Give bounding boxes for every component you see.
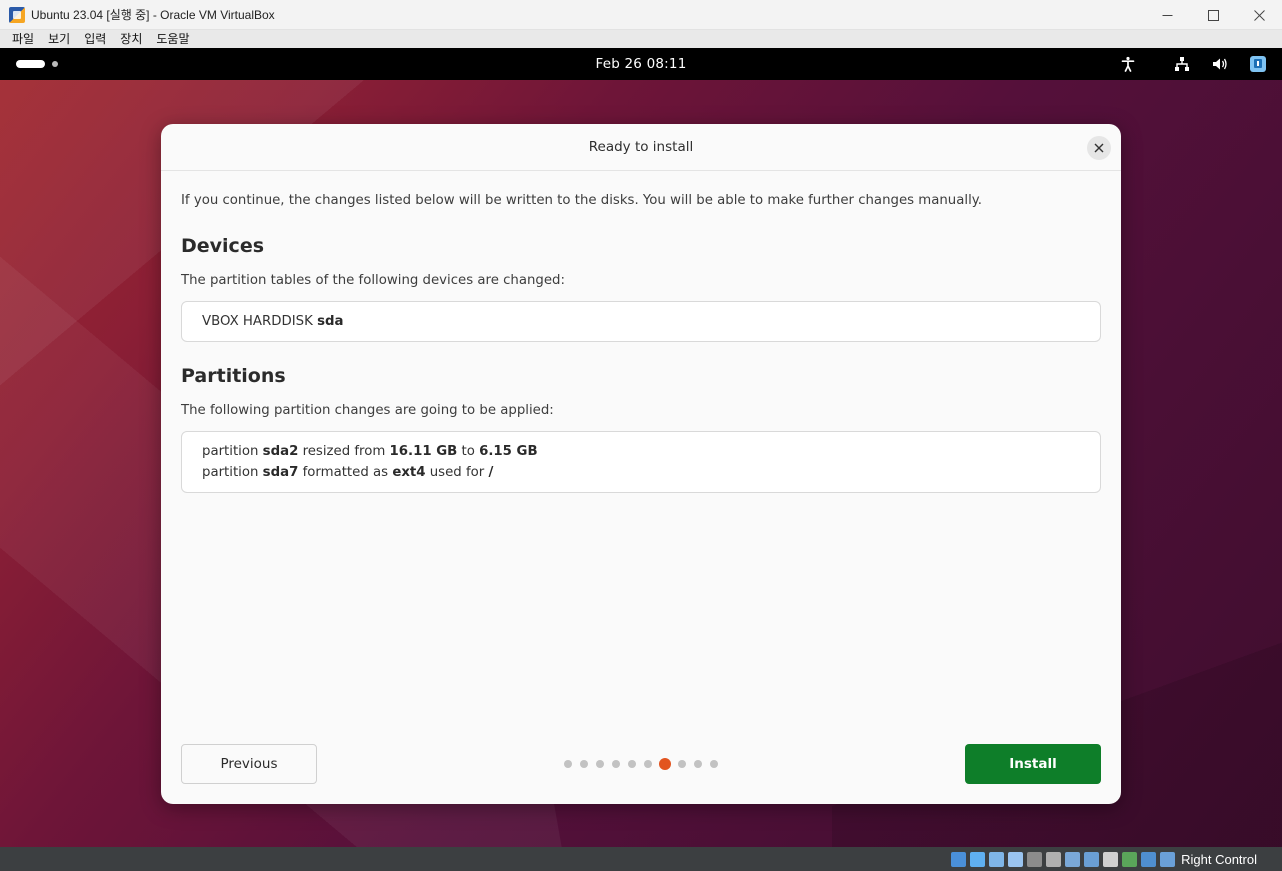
partition-text: formatted as (298, 465, 393, 480)
dialog-title: Ready to install (588, 139, 694, 155)
partition-text: partition (202, 465, 263, 480)
install-button[interactable]: Install (965, 744, 1101, 784)
keyboard-capture-icon[interactable] (1141, 851, 1157, 867)
partitions-description: The following partition changes are goin… (181, 403, 554, 418)
intro-text: If you continue, the changes listed belo… (181, 193, 982, 208)
step-dot (564, 760, 572, 768)
partition-change-line: partition sda2 resized from 16.11 GB to … (202, 441, 1080, 462)
clock[interactable]: Feb 26 08:11 (596, 56, 687, 72)
host-titlebar: Ubuntu 23.04 [실행 중] - Oracle VM VirtualB… (0, 0, 1282, 30)
installer-dialog: Ready to install If you continue, the ch… (161, 124, 1121, 804)
partition-value: sda2 (262, 444, 299, 459)
arrow-icon[interactable] (1160, 851, 1176, 867)
dialog-footer: Previous Install (181, 744, 1101, 784)
devices-list: VBOX HARDDISK sda (181, 301, 1101, 342)
step-dot (612, 760, 620, 768)
power-icon[interactable] (1248, 54, 1268, 74)
network-wired-icon[interactable] (1172, 54, 1192, 74)
partition-value: 6.15 GB (479, 444, 538, 459)
usb-icon[interactable] (1027, 851, 1043, 867)
guest-display: Feb 26 08:11 Ready to install If you con… (0, 48, 1282, 847)
step-indicator (181, 744, 1101, 784)
dialog-close-button[interactable] (1087, 136, 1111, 160)
display-icon[interactable] (1065, 851, 1081, 867)
virtualbox-logo-icon (9, 6, 25, 23)
partitions-heading: Partitions (181, 365, 286, 387)
dialog-header: Ready to install (161, 124, 1121, 171)
minimize-icon (1162, 14, 1172, 16)
devices-description: The partition tables of the following de… (181, 273, 565, 288)
close-window-button[interactable] (1236, 0, 1282, 30)
step-dot (644, 760, 652, 768)
activities-button[interactable] (16, 60, 58, 68)
partition-value: sda7 (262, 465, 299, 480)
partition-value: 16.11 GB (389, 444, 458, 459)
step-dot-active (659, 758, 671, 770)
maximize-icon (1207, 9, 1219, 21)
partition-text: to (457, 444, 480, 459)
step-dot (694, 760, 702, 768)
partition-text: resized from (298, 444, 390, 459)
device-entry: VBOX HARDDISK sda (202, 314, 344, 329)
host-status-bar: Right Control (0, 847, 1282, 871)
partition-change-line: partition sda7 formatted as ext4 used fo… (202, 462, 1080, 483)
volume-icon[interactable] (1210, 54, 1230, 74)
partition-text: partition (202, 444, 263, 459)
network-icon[interactable] (1008, 851, 1024, 867)
step-dot (678, 760, 686, 768)
menu-help[interactable]: 도움말 (152, 30, 193, 48)
menu-devices[interactable]: 장치 (116, 30, 146, 48)
mouse-integration-icon[interactable] (1122, 851, 1138, 867)
menu-file[interactable]: 파일 (8, 30, 38, 48)
window-controls (1144, 0, 1282, 29)
previous-button[interactable]: Previous (181, 744, 317, 784)
step-dot (580, 760, 588, 768)
video-capture-icon[interactable] (1084, 851, 1100, 867)
menu-input[interactable]: 입력 (80, 30, 110, 48)
system-tray (1100, 54, 1268, 74)
partition-value: / (488, 465, 494, 480)
hard-disk-icon[interactable] (951, 851, 967, 867)
audio-icon[interactable] (989, 851, 1005, 867)
optical-drive-icon[interactable] (970, 851, 986, 867)
gnome-top-bar: Feb 26 08:11 (0, 48, 1282, 80)
shared-folder-icon[interactable] (1046, 851, 1062, 867)
step-dot (596, 760, 604, 768)
partition-text: used for (425, 465, 489, 480)
step-dot (628, 760, 636, 768)
close-icon (1253, 9, 1265, 21)
minimize-button[interactable] (1144, 0, 1190, 30)
partitions-list: partition sda2 resized from 16.11 GB to … (181, 431, 1101, 493)
accessibility-icon[interactable] (1118, 54, 1138, 74)
host-window-title: Ubuntu 23.04 [실행 중] - Oracle VM VirtualB… (31, 8, 275, 22)
dialog-body: If you continue, the changes listed belo… (161, 193, 1121, 493)
step-dot (710, 760, 718, 768)
maximize-button[interactable] (1190, 0, 1236, 30)
menu-view[interactable]: 보기 (44, 30, 74, 48)
close-icon (1094, 143, 1104, 153)
workspace-indicator (52, 61, 58, 67)
devices-heading: Devices (181, 235, 265, 257)
workspace-indicator-active (16, 60, 45, 68)
vt-x-icon[interactable] (1103, 851, 1119, 867)
partition-value: ext4 (392, 465, 426, 480)
host-menubar: 파일 보기 입력 장치 도움말 (0, 30, 1282, 48)
host-key-label: Right Control (1181, 851, 1257, 867)
